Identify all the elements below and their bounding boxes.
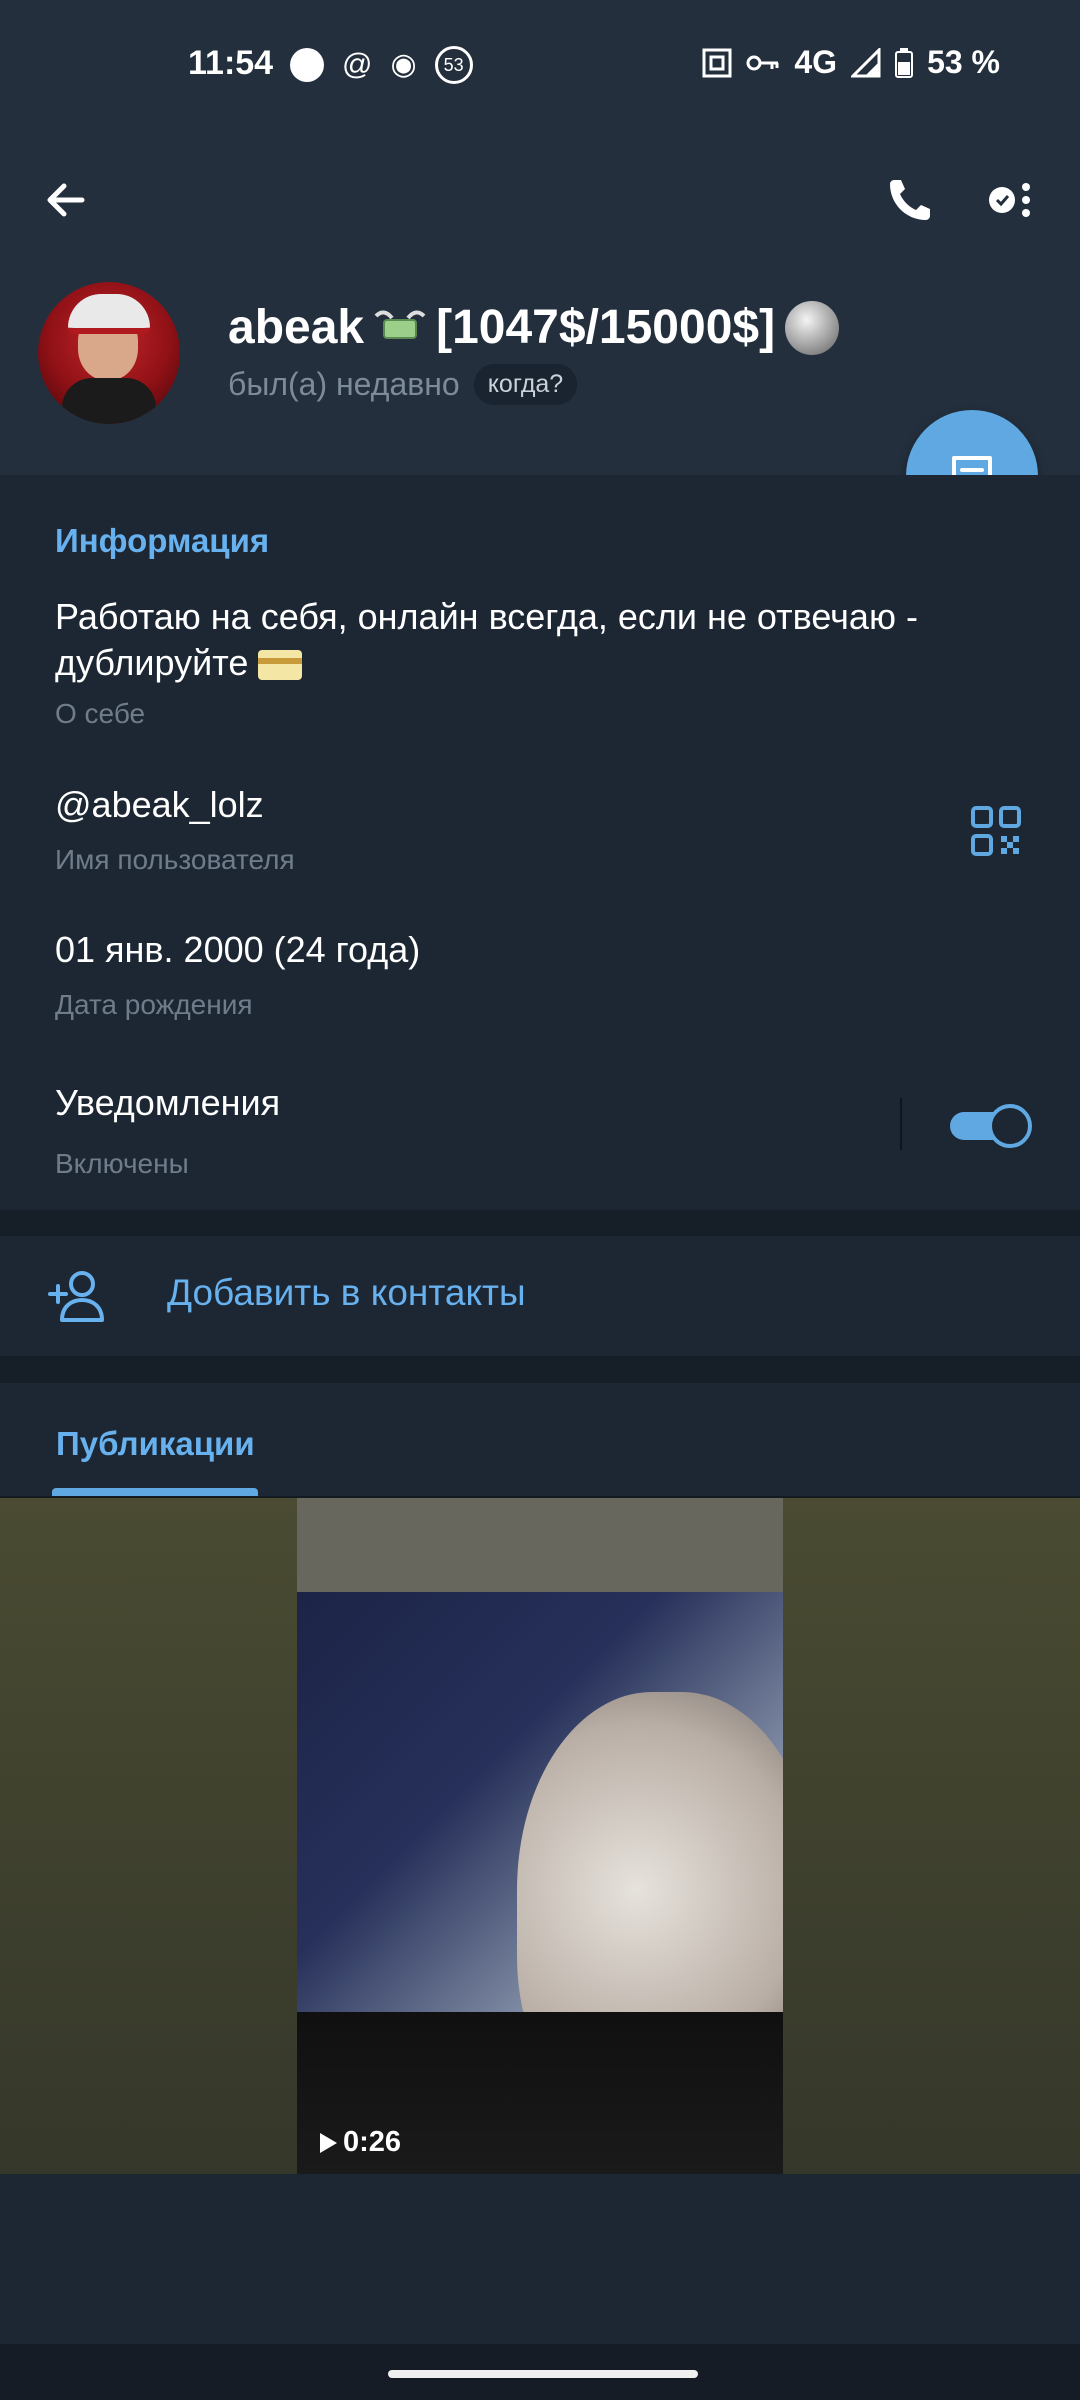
status-time: 11:54: [188, 44, 274, 82]
network-label: 4G: [794, 44, 838, 80]
birthday-label: Дата рождения: [55, 989, 253, 1020]
avatar[interactable]: [38, 282, 180, 424]
last-seen-text: был(а) недавно: [228, 366, 460, 402]
video-duration-text: 0:26: [343, 2126, 402, 2158]
birthday-value[interactable]: 01 янв. 2000 (24 года): [55, 929, 420, 971]
more-icon: [989, 183, 1030, 217]
tab-publications[interactable]: Публикации: [56, 1425, 255, 1463]
section-divider: [0, 1210, 1080, 1236]
username-value[interactable]: @abeak_lolz: [55, 784, 264, 826]
empty-area: [0, 2174, 1080, 2344]
battery-icon: [895, 47, 914, 78]
nfc-icon: [702, 48, 732, 77]
username-label: Имя пользователя: [55, 844, 295, 875]
notifications-title[interactable]: Уведомления: [55, 1082, 280, 1124]
back-arrow-icon: [47, 183, 85, 217]
qr-code-button[interactable]: [970, 805, 1022, 857]
play-icon: [320, 2132, 337, 2153]
profile-name-text: abeak: [228, 301, 365, 354]
notification-count-icon: 53: [434, 46, 473, 84]
qr-code-icon: [971, 806, 1021, 856]
tab-indicator: [52, 1488, 258, 1496]
notification-dot-icon: [290, 48, 324, 82]
call-button[interactable]: [880, 170, 940, 230]
home-indicator[interactable]: [388, 2370, 698, 2378]
add-user-icon: [48, 1268, 108, 1324]
coin-icon: [785, 300, 840, 355]
divider: [900, 1098, 902, 1150]
when-button[interactable]: когда?: [473, 364, 578, 405]
record-icon: ◉: [390, 48, 417, 81]
credit-card-icon: [258, 650, 303, 681]
video-duration: 0:26: [317, 2126, 401, 2159]
bio-item[interactable]: Работаю на себя, онлайн всегда, если не …: [55, 594, 1035, 686]
status-notification-icons: @ ◉ 53: [290, 46, 473, 84]
key-icon: [746, 55, 779, 70]
status-system-icons: 4G 53 %: [702, 44, 1000, 81]
signal-icon: [851, 47, 881, 77]
add-contact-label: Добавить в контакты: [167, 1272, 526, 1313]
profile-name: abeak [1047$/15000$]: [228, 300, 840, 355]
money-wings-icon: [374, 306, 426, 350]
notifications-status: Включены: [55, 1148, 189, 1179]
notifications-toggle[interactable]: [950, 1102, 1032, 1148]
phone-icon: [890, 180, 930, 220]
bio-text: Работаю на себя, онлайн всегда, если не …: [55, 596, 918, 683]
last-seen: был(а) недавно когда?: [228, 364, 578, 405]
info-section-title: Информация: [55, 522, 270, 559]
add-contact-row[interactable]: [0, 1236, 1080, 1356]
video-thumbnail[interactable]: 0:26: [297, 1498, 783, 2174]
profile-name-suffix: [1047$/15000$]: [436, 301, 776, 354]
bio-label: О себе: [55, 698, 146, 729]
back-button[interactable]: [36, 170, 96, 230]
media-item[interactable]: 0:26: [0, 1498, 1080, 2174]
battery-label: 53 %: [927, 44, 1000, 80]
at-sign-icon: @: [342, 48, 373, 81]
section-divider: [0, 1356, 1080, 1383]
more-button[interactable]: [980, 170, 1040, 230]
